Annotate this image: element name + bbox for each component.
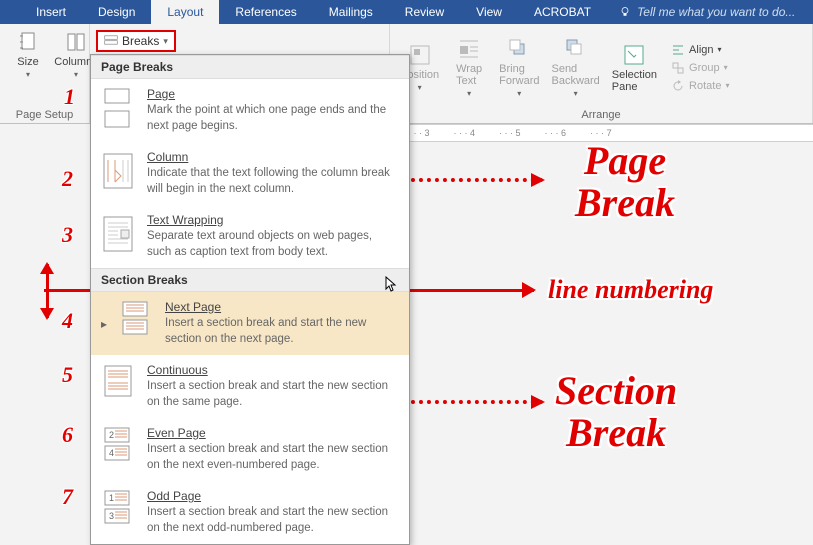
tab-references[interactable]: References — [219, 0, 312, 24]
align-icon — [671, 43, 685, 57]
annotation-label-line-numbering: line numbering — [548, 276, 713, 303]
size-button[interactable]: Size ▾ — [6, 28, 50, 81]
annotation-number: 2 — [62, 166, 73, 192]
next-page-break-icon — [119, 300, 155, 332]
bring-forward-button[interactable]: Bring Forward▾ — [495, 35, 543, 100]
tab-acrobat[interactable]: ACROBAT — [518, 0, 607, 24]
lightbulb-icon — [619, 6, 631, 18]
dropdown-header-section-breaks: Section Breaks — [91, 268, 409, 292]
annotation-number: 1 — [64, 84, 75, 110]
align-button[interactable]: Align▾ — [671, 43, 729, 57]
breaks-icon — [104, 34, 118, 48]
tab-layout[interactable]: Layout — [151, 0, 219, 24]
caret-down-icon: ▾ — [74, 70, 78, 79]
tab-insert[interactable]: Insert — [20, 0, 82, 24]
wrap-text-icon — [457, 37, 481, 61]
annotation-number: 6 — [62, 422, 73, 448]
svg-text:4: 4 — [109, 448, 114, 458]
text-wrapping-break-icon — [101, 213, 137, 253]
rotate-button[interactable]: Rotate▾ — [671, 79, 729, 93]
breaks-item-next-page[interactable]: ▸ Next PageInsert a section break and st… — [91, 292, 409, 355]
breaks-item-odd-page[interactable]: 13 Odd PageInsert a section break and st… — [91, 481, 409, 544]
continuous-break-icon — [101, 363, 137, 395]
even-page-break-icon: 24 — [101, 426, 137, 458]
selection-pane-button[interactable]: Selection Pane — [608, 41, 661, 95]
tell-me-text: Tell me what you want to do... — [637, 5, 795, 19]
svg-text:1: 1 — [109, 493, 114, 503]
mouse-cursor-icon — [385, 276, 397, 294]
breaks-dropdown: Page Breaks PageMark the point at which … — [90, 54, 410, 545]
tab-design[interactable]: Design — [82, 0, 151, 24]
svg-text:2: 2 — [109, 430, 114, 440]
annotation-number: 7 — [62, 484, 73, 510]
annotation-label-page-break: Page Break — [575, 140, 675, 224]
hover-indicator-icon: ▸ — [101, 317, 109, 331]
annotation-number: 5 — [62, 362, 73, 388]
breaks-item-text-wrapping[interactable]: Text WrappingSeparate text around object… — [91, 205, 409, 268]
group-icon — [671, 61, 685, 75]
position-icon — [408, 43, 432, 67]
send-backward-button[interactable]: Send Backward▾ — [547, 35, 603, 100]
wrap-text-button[interactable]: Wrap Text▾ — [447, 35, 491, 100]
annotation-label-section-break: Section Break — [555, 370, 677, 454]
breaks-item-continuous[interactable]: ContinuousInsert a section break and sta… — [91, 355, 409, 418]
group-button[interactable]: Group▾ — [671, 61, 729, 75]
annotation-number: 4 — [62, 308, 73, 334]
annotation-arrow — [395, 400, 543, 404]
breaks-item-column[interactable]: ColumnIndicate that the text following t… — [91, 142, 409, 205]
odd-page-break-icon: 13 — [101, 489, 137, 521]
caret-down-icon: ▾ — [163, 36, 168, 47]
selection-pane-icon — [622, 43, 646, 67]
annotation-arrow — [395, 178, 543, 182]
tab-mailings[interactable]: Mailings — [313, 0, 389, 24]
dropdown-header-page-breaks: Page Breaks — [91, 55, 409, 79]
breaks-item-page[interactable]: PageMark the point at which one page end… — [91, 79, 409, 142]
svg-text:3: 3 — [109, 511, 114, 521]
group-label-arrange: Arrange — [396, 107, 806, 121]
annotation-number: 3 — [62, 222, 73, 248]
breaks-item-even-page[interactable]: 24 Even PageInsert a section break and s… — [91, 418, 409, 481]
column-break-icon — [101, 150, 137, 190]
size-icon — [16, 30, 40, 54]
send-backward-icon — [564, 37, 588, 61]
tab-view[interactable]: View — [460, 0, 518, 24]
page-break-icon — [101, 87, 137, 127]
ribbon-tabs: Insert Design Layout References Mailings… — [0, 0, 813, 24]
caret-down-icon: ▾ — [26, 70, 30, 79]
columns-icon — [64, 30, 88, 54]
bring-forward-icon — [507, 37, 531, 61]
tell-me-box[interactable]: Tell me what you want to do... — [607, 0, 813, 24]
rotate-icon — [671, 79, 685, 93]
tab-review[interactable]: Review — [389, 0, 460, 24]
